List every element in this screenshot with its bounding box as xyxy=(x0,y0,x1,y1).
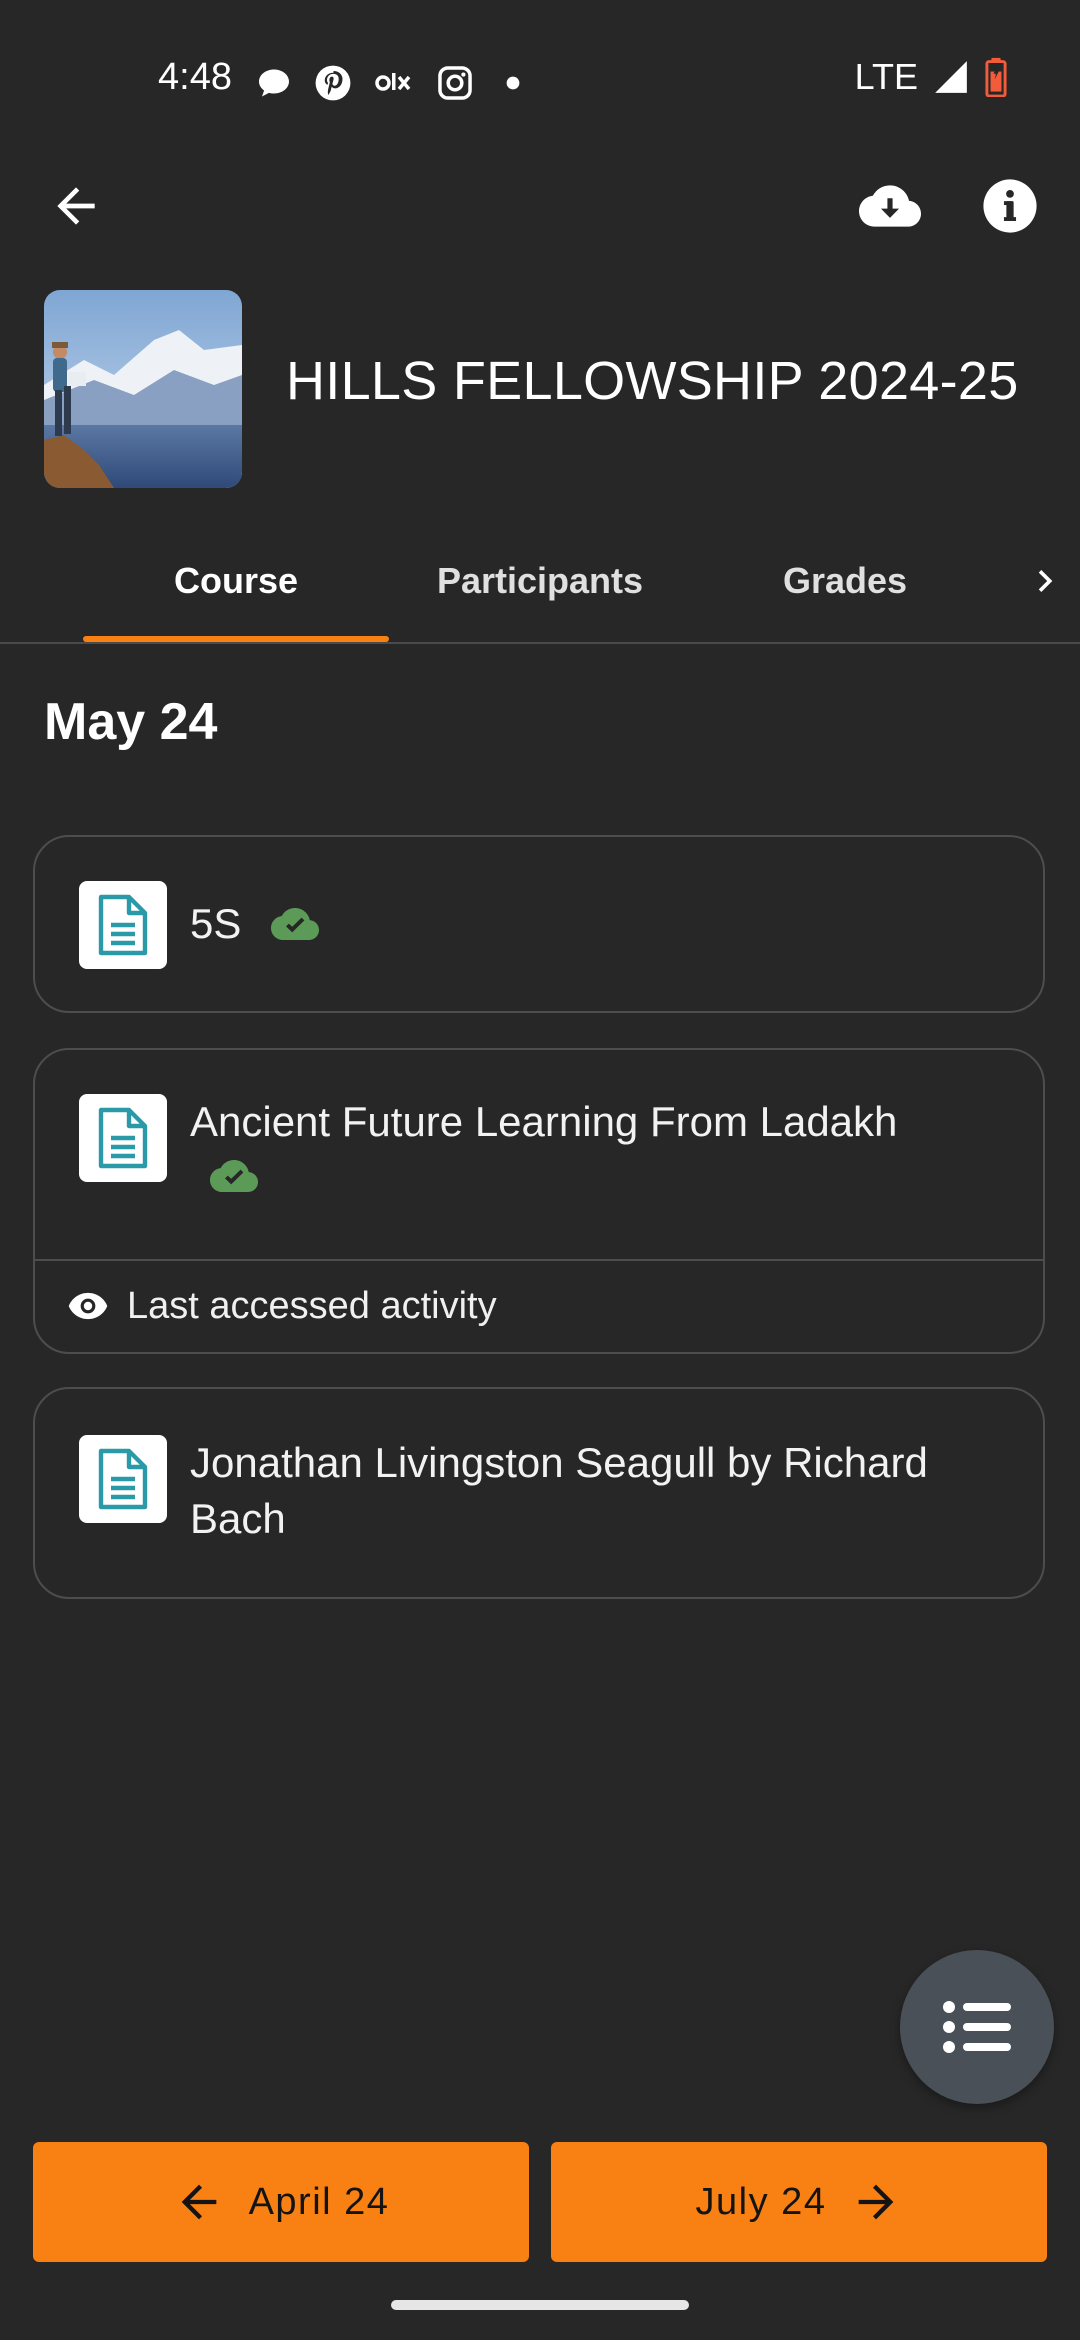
course-title: HILLS FELLOWSHIP 2024-25 xyxy=(286,351,1019,411)
activity-title-text: 5S xyxy=(190,900,242,947)
info-icon xyxy=(983,179,1037,233)
previous-section-label: April 24 xyxy=(248,2180,390,2223)
mountain-hiker-image xyxy=(44,290,242,488)
network-type: LTE xyxy=(854,56,918,97)
tab-grades[interactable]: Grades xyxy=(720,520,970,642)
eye-icon xyxy=(68,1292,108,1320)
activity-title: 5S xyxy=(190,896,320,952)
activity-icon-tile xyxy=(79,881,167,969)
course-info-button[interactable] xyxy=(968,164,1052,248)
pinterest-icon xyxy=(315,65,351,101)
chevron-right-icon xyxy=(1038,570,1053,592)
document-icon xyxy=(98,894,148,956)
course-tabs: Course Participants Grades xyxy=(0,520,1080,642)
previous-section-button[interactable]: April 24 xyxy=(33,2142,529,2262)
activity-card[interactable]: Ancient Future Learning From Ladakh Last… xyxy=(33,1048,1045,1354)
document-icon xyxy=(98,1448,148,1510)
tabs-scroll-right-button[interactable] xyxy=(1010,520,1080,642)
activity-icon-tile xyxy=(79,1094,167,1182)
arrow-left-icon xyxy=(57,187,95,225)
cloud-download-icon xyxy=(859,185,921,227)
activity-card[interactable]: 5S xyxy=(33,835,1045,1013)
battery-icon xyxy=(985,57,1007,97)
home-indicator xyxy=(391,2300,689,2310)
arrow-left-icon xyxy=(181,2184,216,2220)
activity-title-text: Ancient Future Learning From Ladakh xyxy=(190,1098,898,1145)
cloud-check-icon xyxy=(210,1160,258,1192)
instagram-icon xyxy=(438,66,472,100)
document-icon xyxy=(98,1107,148,1169)
activity-icon-tile xyxy=(79,1435,167,1523)
download-course-button[interactable] xyxy=(848,166,932,246)
dot-icon xyxy=(506,76,520,90)
back-button[interactable] xyxy=(36,166,116,246)
status-time: 4:48 xyxy=(158,56,232,98)
tab-participants[interactable]: Participants xyxy=(400,520,680,642)
tab-course[interactable]: Course xyxy=(83,520,389,642)
chat-bubble-icon xyxy=(259,69,289,97)
system-status: LTE xyxy=(855,56,1008,98)
next-section-button[interactable]: July 24 xyxy=(551,2142,1047,2262)
activity-card[interactable]: Jonathan Livingston Seagull by Richard B… xyxy=(33,1387,1045,1599)
last-accessed-label: Last accessed activity xyxy=(127,1285,497,1327)
next-section-label: July 24 xyxy=(695,2180,827,2223)
notification-icons xyxy=(256,60,530,106)
cloud-check-icon xyxy=(271,908,320,940)
arrow-right-icon xyxy=(859,2184,894,2220)
activity-title: Ancient Future Learning From Ladakh xyxy=(190,1094,1010,1214)
section-heading: May 24 xyxy=(44,693,218,751)
last-accessed-footer: Last accessed activity xyxy=(35,1259,1043,1356)
course-index-button[interactable] xyxy=(900,1950,1054,2104)
list-icon xyxy=(943,2001,1011,2053)
olx-icon xyxy=(375,73,411,91)
activity-title: Jonathan Livingston Seagull by Richard B… xyxy=(190,1439,928,1542)
signal-icon xyxy=(935,61,967,93)
tabs-divider xyxy=(0,642,1080,644)
course-image xyxy=(44,290,242,488)
